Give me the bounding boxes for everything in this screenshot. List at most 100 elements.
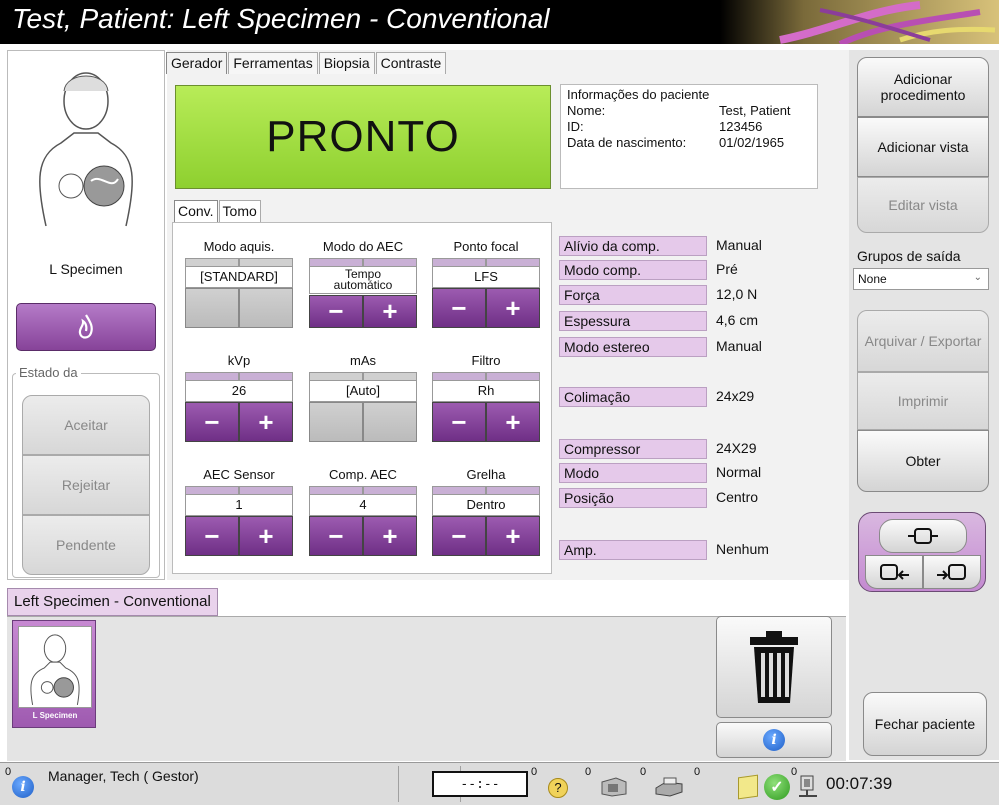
get-button[interactable]: Obter — [857, 430, 989, 492]
status-badge: 0 — [694, 766, 701, 778]
patient-id: 123456 — [719, 119, 763, 134]
kvp-plus-button[interactable]: + — [239, 402, 293, 442]
paddle-right-button[interactable] — [923, 555, 981, 589]
paddle-position-control[interactable] — [858, 512, 986, 592]
aec-mode-value[interactable]: Tempo automático — [309, 266, 417, 294]
patient-info-heading: Informações do paciente — [567, 87, 710, 102]
pending-button[interactable]: Pendente — [22, 515, 150, 575]
view-thumbnail[interactable]: L Specimen — [12, 620, 96, 728]
aec-sensor-minus-button[interactable]: − — [185, 516, 239, 556]
tab-contraste[interactable]: Contraste — [375, 52, 447, 74]
trash-icon — [750, 631, 798, 703]
delete-button[interactable] — [716, 616, 832, 718]
mas-disabled-left — [309, 402, 363, 442]
param-value: Pré — [716, 261, 738, 277]
kvp-label: kVp — [227, 353, 251, 368]
focal-spot-minus-button[interactable]: − — [432, 288, 486, 328]
output-groups-label: Grupos de saída — [857, 248, 961, 264]
param-value: Manual — [716, 237, 762, 253]
aec-sensor-label: AEC Sensor — [203, 467, 275, 482]
view-label: L Specimen — [49, 261, 123, 277]
tab-gerador[interactable]: Gerador — [166, 52, 228, 74]
kvp-value[interactable]: 26 — [185, 380, 293, 402]
kvp-minus-button[interactable]: − — [185, 402, 239, 442]
detector-icon[interactable] — [598, 776, 630, 798]
aec-comp-minus-button[interactable]: − — [309, 516, 363, 556]
patient-dob-label: Data de nascimento: — [567, 135, 687, 150]
param-value: Normal — [716, 464, 762, 480]
status-info-button[interactable]: i — [12, 776, 34, 798]
output-groups-select[interactable]: None ⌄ — [853, 268, 989, 290]
aec-sensor-plus-button[interactable]: + — [239, 516, 293, 556]
aec-sensor-value[interactable]: 1 — [185, 494, 293, 516]
aec-mode-plus-button[interactable]: + — [363, 295, 417, 328]
grid-plus-button[interactable]: + — [486, 516, 540, 556]
patient-info-box: Informações do paciente Nome: Test, Pati… — [560, 84, 818, 189]
grid-value[interactable]: Dentro — [432, 494, 540, 516]
add-view-button[interactable]: Adicionar vista — [857, 117, 989, 177]
tab-conv[interactable]: Conv. — [174, 200, 218, 224]
tab-tomo[interactable]: Tomo — [218, 200, 261, 222]
acq-mode-value[interactable]: [STANDARD] — [185, 266, 293, 288]
tab-biopsia[interactable]: Biopsia — [318, 52, 375, 74]
status-badge: 0 — [531, 766, 538, 778]
info-icon: i — [12, 776, 34, 798]
param-label: Amp. — [559, 540, 707, 560]
left-panel: L Specimen Estado da Aceitar Rejeitar Pe… — [7, 50, 165, 580]
filter-value[interactable]: Rh — [432, 380, 540, 402]
printer-icon[interactable] — [652, 776, 686, 798]
filter-minus-button[interactable]: − — [432, 402, 486, 442]
window-title: Test, Patient: Left Specimen - Conventio… — [12, 3, 550, 34]
flame-icon — [78, 314, 93, 339]
print-button[interactable]: Imprimir — [857, 372, 989, 430]
param-label: Modo — [559, 463, 707, 483]
archive-export-button[interactable]: Arquivar / Exportar — [857, 310, 989, 372]
status-badge: 0 — [640, 766, 647, 778]
status-group-label: Estado da — [16, 365, 81, 380]
exposure-controls: Modo aquis. [STANDARD] Modo do AEC Tempo… — [172, 222, 552, 574]
grid-label: Grelha — [466, 467, 506, 482]
patient-body-icon — [39, 72, 133, 227]
acq-mode-disabled-left — [185, 288, 239, 328]
mas-label: mAs — [350, 353, 376, 368]
focal-spot-label: Ponto focal — [453, 239, 519, 254]
filter-label: Filtro — [471, 353, 501, 368]
paddle-left-button[interactable] — [865, 555, 923, 589]
focal-spot-value[interactable]: LFS — [432, 266, 540, 288]
close-patient-button[interactable]: Fechar paciente — [863, 692, 987, 756]
grid-minus-button[interactable]: − — [432, 516, 486, 556]
series-tab[interactable]: Left Specimen - Conventional — [7, 588, 218, 616]
aec-comp-label: Comp. AEC — [329, 467, 397, 482]
exposure-timer: --:-- — [432, 771, 528, 797]
aec-comp-plus-button[interactable]: + — [363, 516, 417, 556]
param-label: Alívio da comp. — [559, 236, 707, 256]
network-icon[interactable] — [797, 774, 819, 800]
info-icon: i — [763, 729, 785, 751]
aec-comp-value[interactable]: 4 — [309, 494, 417, 516]
system-ok-icon[interactable]: ✓ — [764, 774, 790, 800]
mas-value[interactable]: [Auto] — [309, 380, 417, 402]
info-button[interactable]: i — [716, 722, 832, 758]
help-icon[interactable]: ? — [548, 778, 568, 798]
notes-icon[interactable] — [738, 774, 758, 800]
status-badge: 0 — [5, 766, 12, 778]
accept-button[interactable]: Aceitar — [22, 395, 150, 455]
patient-name-label: Nome: — [567, 103, 606, 118]
acq-mode-label: Modo aquis. — [203, 239, 275, 254]
add-procedure-button[interactable]: Adicionar procedimento — [857, 57, 989, 117]
expose-button[interactable] — [16, 303, 156, 351]
aec-mode-label: Modo do AEC — [322, 239, 404, 254]
param-value: 24X29 — [716, 440, 757, 456]
patient-name: Test, Patient — [719, 103, 791, 118]
edit-view-button[interactable]: Editar vista — [857, 177, 989, 233]
tab-ferramentas[interactable]: Ferramentas — [228, 52, 318, 74]
focal-spot-plus-button[interactable]: + — [486, 288, 540, 328]
output-groups-value: None — [858, 272, 887, 286]
clock: 00:07:39 — [826, 774, 893, 793]
paddle-center-button[interactable] — [879, 519, 967, 553]
param-label: Compressor — [559, 439, 707, 459]
aec-mode-minus-button[interactable]: − — [309, 295, 363, 328]
reject-button[interactable]: Rejeitar — [22, 455, 150, 515]
filter-plus-button[interactable]: + — [486, 402, 540, 442]
param-label: Colimação — [559, 387, 707, 407]
